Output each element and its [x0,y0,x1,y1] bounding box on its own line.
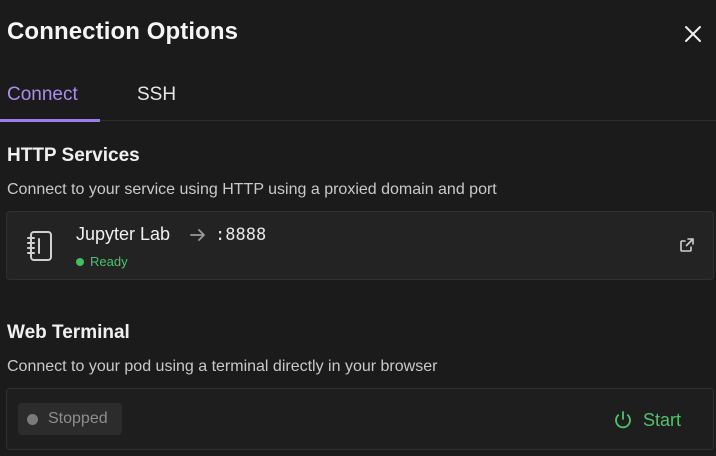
service-status-text: Ready [90,254,128,269]
external-link-icon[interactable] [679,237,695,253]
web-terminal-description: Connect to your pod using a terminal dir… [7,358,438,375]
terminal-status-badge: Stopped [18,403,122,435]
service-name: Jupyter Lab [76,224,171,244]
service-port: :8888 [215,225,267,245]
start-button-label: Start [643,409,682,430]
tab-connect[interactable]: Connect [7,84,78,106]
http-services-title: HTTP Services [7,145,140,166]
terminal-status-text: Stopped [48,410,108,427]
http-services-description: Connect to your service using HTTP using… [7,181,497,198]
web-terminal-title: Web Terminal [7,322,130,343]
service-status: Ready [76,254,128,269]
notebook-icon [27,231,52,261]
power-icon [615,411,631,429]
active-tab-indicator [0,119,100,122]
connection-options-dialog: Connection Options Connect SSH HTTP Serv… [0,0,716,456]
tab-bar: Connect SSH [0,72,716,122]
close-button[interactable] [680,21,706,47]
dialog-title: Connection Options [7,18,239,45]
tab-ssh[interactable]: SSH [137,84,176,106]
web-terminal-card: Stopped Start [6,388,714,450]
stopped-status-dot [27,413,38,425]
start-terminal-button[interactable]: Start [613,406,681,434]
arrow-right-icon [190,229,205,241]
ready-status-dot [76,257,84,266]
service-card-jupyter-lab[interactable]: Jupyter Lab :8888 Ready [6,211,714,280]
close-icon [685,26,701,42]
